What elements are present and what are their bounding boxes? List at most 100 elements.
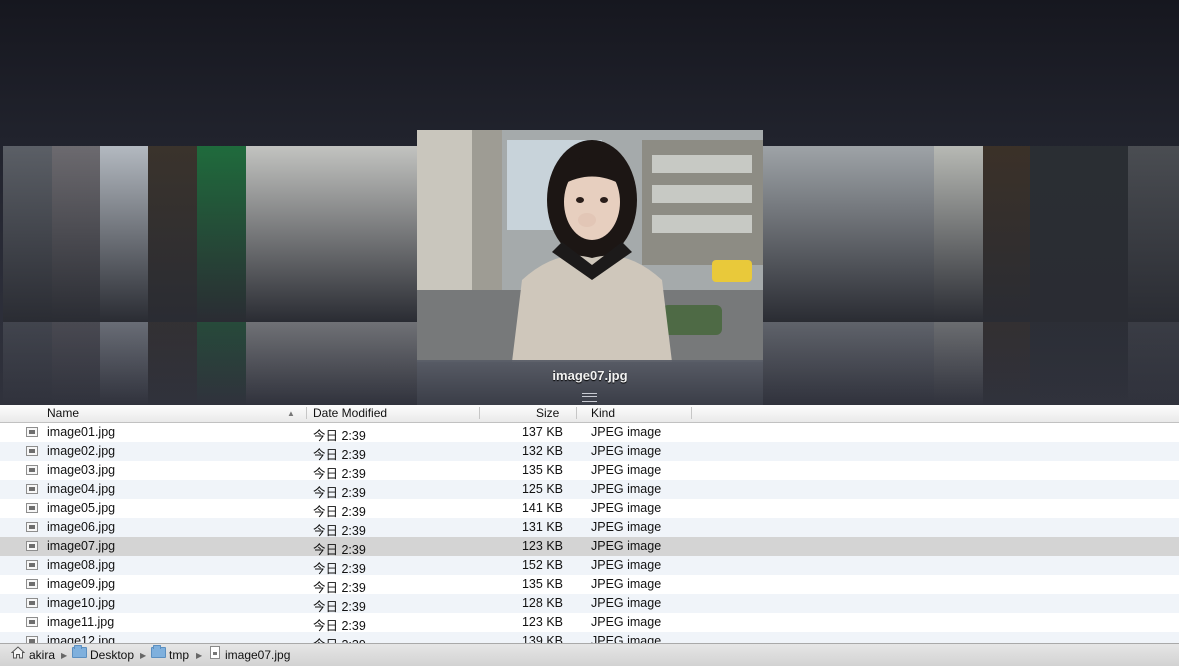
jpeg-file-icon [26,636,38,643]
jpeg-file-icon [26,484,38,494]
cover-flow-reflection [983,322,1030,405]
file-name: image08.jpg [47,558,116,572]
jpeg-file-icon [26,522,38,532]
table-row[interactable]: image03.jpg 今日 2:39 135 KB JPEG image [0,461,1179,481]
table-row[interactable]: image10.jpg 今日 2:39 128 KB JPEG image [0,594,1179,614]
file-name: image12.jpg [47,634,116,643]
path-item-akira[interactable]: akira [29,648,55,663]
dark-photo-thumbnail[interactable] [983,146,1030,322]
cover-flow-reflection [1030,322,1128,405]
dark-photo-thumbnail[interactable] [1030,146,1128,322]
file-size: 139 KB [521,634,563,643]
file-kind: JPEG image [591,615,662,629]
file-list[interactable]: image01.jpg 今日 2:39 137 KB JPEG image image0… [0,423,1179,643]
file-size: 135 KB [521,463,563,477]
file-date-modified: 今日 2:39 [313,634,366,643]
path-item-tmp[interactable]: tmp [169,648,189,663]
file-name: image04.jpg [47,482,116,496]
cover-flow-reflection [52,322,100,405]
jpeg-file-icon [26,579,38,589]
folder-icon [151,645,166,658]
file-name: image09.jpg [47,577,116,591]
table-row[interactable]: image06.jpg 今日 2:39 131 KB JPEG image [0,518,1179,538]
file-kind: JPEG image [591,463,662,477]
path-bar: akira ▶ Desktop ▶ tmp ▶ image07.jpg [0,643,1179,666]
splitter-grip-icon[interactable] [582,393,597,402]
file-kind: JPEG image [591,634,662,643]
file-size: 152 KB [521,558,563,572]
column-divider[interactable] [691,407,692,419]
file-kind: JPEG image [591,501,662,515]
jpeg-file-icon [210,646,220,659]
file-size: 125 KB [521,482,563,496]
list-column-header: Name ▲ Date Modified Size Kind [0,405,1179,423]
cover-flow-view[interactable]: image07.jpg [0,0,1179,405]
cover-flow-reflection [3,322,52,405]
column-divider[interactable] [306,407,307,419]
folder-icon [72,645,87,658]
portrait-photo-thumbnail[interactable] [763,146,934,322]
column-divider[interactable] [576,407,577,419]
file-kind: JPEG image [591,425,662,439]
jpeg-file-icon [26,465,38,475]
column-header-kind[interactable]: Kind [591,407,615,421]
file-name: image10.jpg [47,596,116,610]
street-photo-thumbnail[interactable] [52,146,100,322]
home-icon [11,646,25,659]
cover-flow-reflection [763,322,934,405]
file-name: image02.jpg [47,444,116,458]
file-size: 137 KB [521,425,563,439]
file-name: image06.jpg [47,520,116,534]
street-photo-thumbnail[interactable] [934,146,983,322]
path-item-desktop[interactable]: Desktop [90,648,134,663]
table-row[interactable]: image02.jpg 今日 2:39 132 KB JPEG image [0,442,1179,462]
dark-photo-thumbnail[interactable] [148,146,197,322]
cover-flow-reflection [197,322,246,405]
column-header-size[interactable]: Size [536,407,559,421]
table-row[interactable]: image11.jpg 今日 2:39 123 KB JPEG image [0,613,1179,633]
path-separator-icon: ▶ [140,651,147,660]
jpeg-file-icon [26,560,38,570]
file-size: 131 KB [521,520,563,534]
portrait-photo-thumbnail[interactable] [246,146,417,322]
column-divider[interactable] [479,407,480,419]
file-name: image01.jpg [47,425,116,439]
building-photo-thumbnail[interactable] [100,146,148,322]
cover-flow-selected-cover[interactable] [417,130,763,362]
column-header-name[interactable]: Name [47,407,79,421]
table-row[interactable]: image07.jpg 今日 2:39 123 KB JPEG image [0,537,1179,557]
path-item-file[interactable]: image07.jpg [225,648,290,663]
jpeg-file-icon [26,446,38,456]
cover-flow-reflection [100,322,148,405]
cover-flow-reflection [934,322,983,405]
jpeg-file-icon [26,427,38,437]
file-size: 123 KB [521,615,563,629]
table-row[interactable]: image04.jpg 今日 2:39 125 KB JPEG image [0,480,1179,500]
column-header-date-modified[interactable]: Date Modified [313,407,387,421]
file-kind: JPEG image [591,577,662,591]
table-row[interactable]: image05.jpg 今日 2:39 141 KB JPEG image [0,499,1179,519]
jpeg-file-icon [26,598,38,608]
cover-flow-caption: image07.jpg [552,368,628,383]
table-row[interactable]: image12.jpg 今日 2:39 139 KB JPEG image [0,632,1179,643]
cover-flow-reflection [246,322,417,405]
path-separator-icon: ▶ [61,651,68,660]
jpeg-file-icon [26,503,38,513]
file-size: 132 KB [521,444,563,458]
table-row[interactable]: image09.jpg 今日 2:39 135 KB JPEG image [0,575,1179,595]
jpeg-file-icon [26,541,38,551]
file-name: image03.jpg [47,463,116,477]
jpeg-file-icon [26,617,38,627]
file-size: 135 KB [521,577,563,591]
path-separator-icon: ▶ [196,651,203,660]
street-photo-thumbnail[interactable] [3,146,52,322]
file-kind: JPEG image [591,520,662,534]
green-photo-thumbnail[interactable] [197,146,246,322]
street-photo-thumbnail[interactable] [1128,146,1179,322]
file-kind: JPEG image [591,558,662,572]
file-size: 123 KB [521,539,563,553]
sort-ascending-icon: ▲ [287,409,295,418]
table-row[interactable]: image08.jpg 今日 2:39 152 KB JPEG image [0,556,1179,576]
cover-flow-reflection [148,322,197,405]
table-row[interactable]: image01.jpg 今日 2:39 137 KB JPEG image [0,423,1179,443]
